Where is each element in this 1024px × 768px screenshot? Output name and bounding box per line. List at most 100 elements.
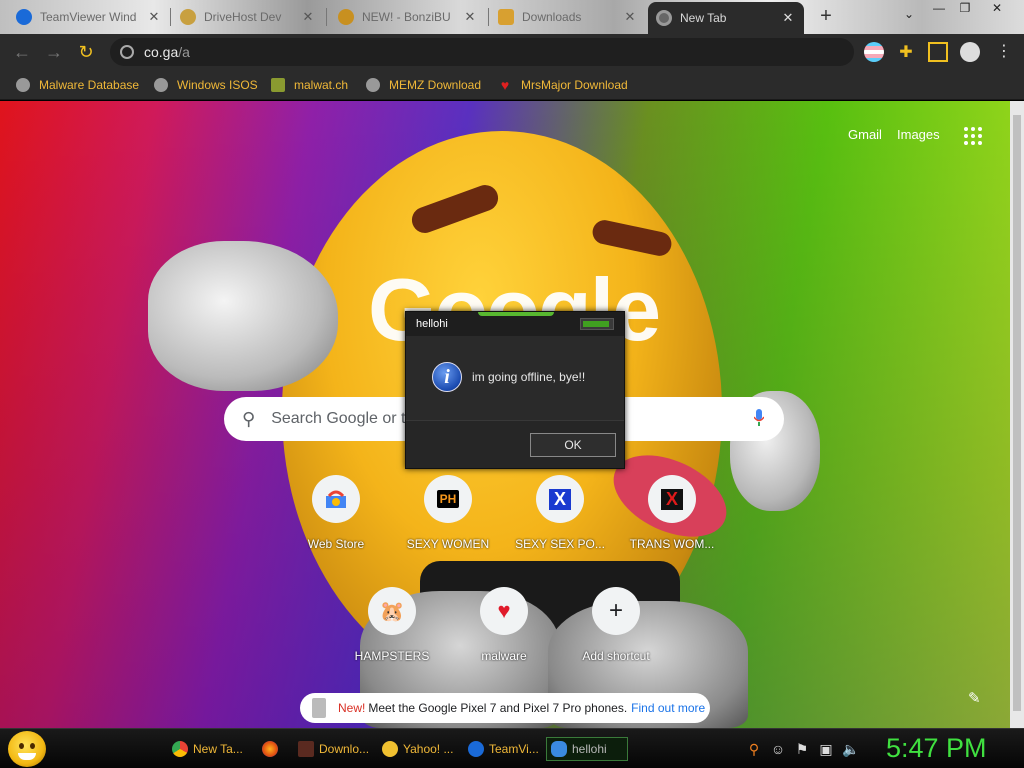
shortcut-web-store[interactable]: Web Store [280, 475, 392, 551]
shortcut-hampsters[interactable]: 🐹 HAMPSTERS [336, 587, 448, 663]
dialog-titlebar[interactable]: hellohi [406, 312, 624, 336]
bookmark-label: Malware Database [39, 78, 140, 92]
taskbar-label: hellohi [572, 742, 607, 756]
shortcut-label: Add shortcut [582, 649, 650, 663]
ok-button[interactable]: OK [530, 433, 616, 457]
apps-grid-icon[interactable] [964, 127, 982, 145]
globe-icon [16, 78, 30, 92]
puzzle-extension-icon[interactable]: ✚ [896, 42, 916, 62]
chrome-webstore-icon [312, 475, 360, 523]
menu-kebab-icon[interactable]: ⋮ [994, 42, 1014, 62]
bookmark-label: Windows ISOS [177, 78, 258, 92]
promo-link[interactable]: Find out more [631, 701, 705, 715]
forward-arrow-icon[interactable]: → [42, 40, 66, 64]
taskbar-item-new-tab[interactable]: New Ta... [168, 737, 247, 761]
taskbar-item-hellohi[interactable]: hellohi [546, 737, 628, 761]
tab-separator [326, 8, 327, 26]
address-bar[interactable]: co.ga/a [110, 38, 854, 66]
chrome-icon [172, 741, 188, 757]
gmail-link[interactable]: Gmail [848, 127, 882, 142]
minimize-icon[interactable]: — [926, 0, 952, 16]
tab-separator [170, 8, 171, 26]
site-info-icon[interactable] [120, 45, 134, 59]
search-icon[interactable]: ⚲ [746, 741, 762, 757]
close-icon[interactable]: ✕ [462, 9, 478, 25]
yahoo-smiley-icon [382, 741, 398, 757]
titlebar-glow [478, 312, 554, 316]
tab-label: Downloads [522, 10, 582, 24]
tab-label: TeamViewer Wind [40, 10, 137, 24]
taskbar: New Ta... Downlo... Yahoo! ... TeamVi...… [0, 728, 1024, 768]
images-link[interactable]: Images [897, 127, 940, 142]
tab-strip: TeamViewer Wind ✕ DriveHost Dev ✕ NEW! -… [0, 0, 1024, 34]
bookmark-malwatch[interactable]: malwat.ch [271, 76, 348, 94]
shortcut-malware[interactable]: ♥ malware [448, 587, 560, 663]
trans-flag-extension-icon[interactable] [864, 42, 884, 62]
volume-icon[interactable]: 🔈 [842, 741, 859, 757]
bookmark-label: malwat.ch [294, 78, 349, 92]
start-smiley-icon[interactable] [8, 731, 46, 767]
profile-avatar-icon[interactable] [960, 42, 980, 62]
pixel-phone-icon [312, 698, 326, 718]
tab-teamviewer[interactable]: TeamViewer Wind ✕ [8, 2, 170, 32]
dialog-message: im going offline, bye!! [472, 370, 586, 384]
shortcut-label: TRANS WOM... [629, 537, 715, 551]
taskbar-label: Yahoo! ... [403, 742, 454, 756]
taskbar-item-firefox[interactable] [258, 737, 287, 761]
shortcut-label: Web Store [307, 537, 365, 551]
tab-bonzibuddy[interactable]: NEW! - BonziBU ✕ [330, 2, 486, 32]
close-icon[interactable]: ✕ [780, 10, 796, 26]
restore-icon[interactable]: ❐ [952, 0, 978, 16]
taskbar-item-teamviewer[interactable]: TeamVi... [464, 737, 543, 761]
messenger-icon[interactable]: ☺ [770, 741, 786, 757]
new-tab-plus-icon[interactable]: + [814, 5, 838, 29]
side-panel-icon[interactable] [928, 42, 948, 62]
tab-search-chevron-icon[interactable]: ⌄ [896, 6, 922, 22]
shortcut-label: malware [481, 649, 527, 663]
dialog-close-button[interactable] [580, 318, 614, 330]
bonzi-icon [338, 9, 354, 25]
shortcut-add[interactable]: + Add shortcut [560, 587, 672, 663]
tab-new-tab[interactable]: New Tab ✕ [648, 2, 804, 34]
tab-label: New Tab [680, 11, 727, 25]
bookmark-label: MEMZ Download [389, 78, 482, 92]
network-icon[interactable]: ▣ [818, 741, 834, 757]
dialog-title: hellohi [416, 318, 448, 330]
shortcut-sexy-sex-po[interactable]: X SEXY SEX PO... [504, 475, 616, 551]
promo-new-label: New! [338, 701, 366, 715]
bookmark-windows-isos[interactable]: Windows ISOS [154, 76, 258, 94]
microphone-icon[interactable] [754, 409, 764, 427]
firefox-icon [262, 741, 278, 757]
scrollbar-thumb[interactable] [1013, 115, 1021, 711]
taskbar-clock[interactable]: 5:47 PM [886, 733, 987, 764]
window-close-icon[interactable]: ✕ [984, 0, 1010, 16]
search-icon: ⚲ [242, 408, 256, 429]
shortcut-label: SEXY WOMEN [406, 537, 490, 551]
globe-icon [366, 78, 380, 92]
shortcut-sexy-women[interactable]: PH SEXY WOMEN [392, 475, 504, 551]
tab-downloads[interactable]: Downloads ✕ [490, 2, 646, 32]
reload-icon[interactable]: ↻ [74, 40, 98, 64]
shortcut-label: HAMPSTERS [354, 649, 430, 663]
taskbar-label: Downlo... [319, 742, 370, 756]
scrollbar[interactable] [1010, 101, 1024, 728]
close-icon[interactable]: ✕ [146, 9, 162, 25]
globe-icon [154, 78, 168, 92]
bookmark-memz-download[interactable]: MEMZ Download [366, 76, 481, 94]
bookmark-mrsmajor-download[interactable]: ♥ MrsMajor Download [498, 76, 628, 94]
bookmark-label: MrsMajor Download [521, 78, 628, 92]
back-arrow-icon[interactable]: ← [10, 40, 34, 64]
action-center-flag-icon[interactable]: ⚑ [794, 741, 810, 757]
tab-drivehost[interactable]: DriveHost Dev ✕ [172, 2, 324, 32]
bookmark-malware-database[interactable]: Malware Database [16, 76, 139, 94]
promo-banner[interactable]: New! Meet the Google Pixel 7 and Pixel 7… [300, 693, 710, 723]
customize-pencil-icon[interactable]: ✎ [968, 689, 981, 707]
downloads-icon [298, 741, 314, 757]
taskbar-item-yahoo[interactable]: Yahoo! ... [378, 737, 457, 761]
hamster-icon: 🐹 [368, 587, 416, 635]
close-icon[interactable]: ✕ [622, 9, 638, 25]
close-icon[interactable]: ✕ [300, 9, 316, 25]
shortcut-trans-wom[interactable]: X TRANS WOM... [616, 475, 728, 551]
tab-label: DriveHost Dev [204, 10, 282, 24]
taskbar-item-downloads[interactable]: Downlo... [294, 737, 373, 761]
